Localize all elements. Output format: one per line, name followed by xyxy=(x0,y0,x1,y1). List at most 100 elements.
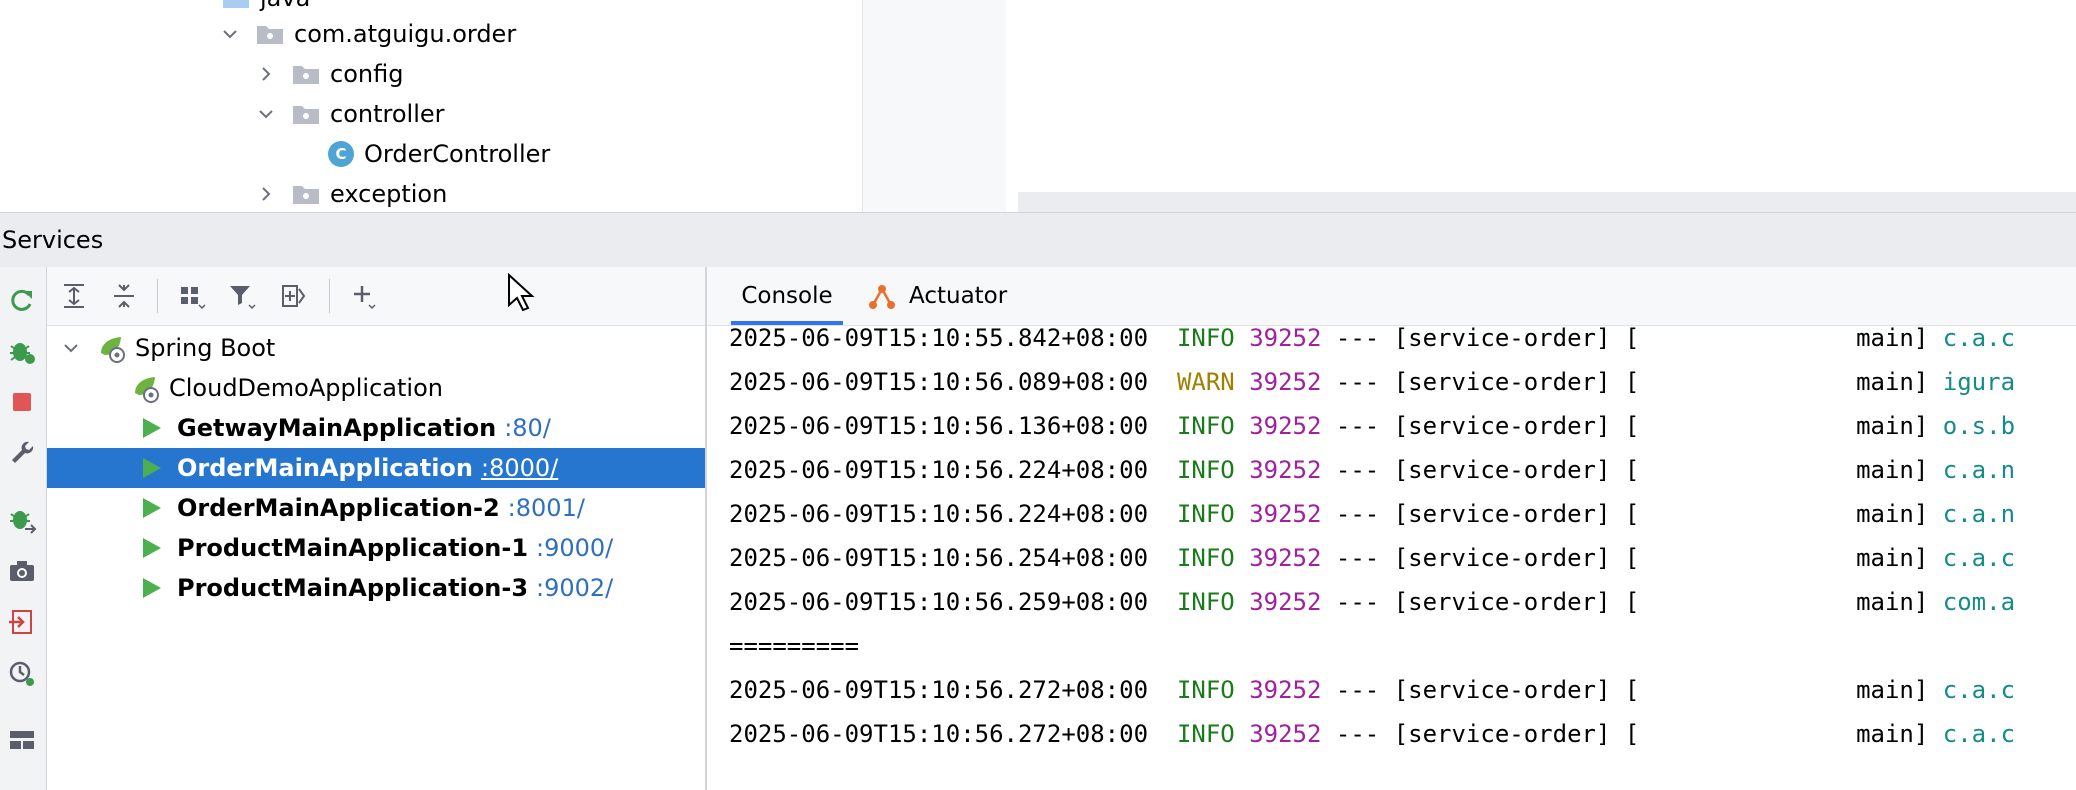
tree-node-com-atguigu-order[interactable]: com.atguigu.order xyxy=(218,14,516,54)
add-service-button[interactable] xyxy=(347,279,381,313)
run-icon xyxy=(143,418,161,438)
tree-node-controller[interactable]: controller xyxy=(254,94,445,134)
log-level: INFO xyxy=(1176,588,1235,616)
tab-console[interactable]: Console xyxy=(731,267,843,325)
log-app: [service-order] [ xyxy=(1393,500,1640,528)
chevron-down-icon[interactable] xyxy=(59,336,83,360)
filter-button[interactable] xyxy=(225,279,259,313)
log-pid: 39252 xyxy=(1249,456,1322,484)
log-line: 2025-06-09T15:10:56.272+08:00 INFO 39252… xyxy=(729,712,2015,756)
log-logger: o.s.b xyxy=(1942,412,2016,440)
stop-button[interactable] xyxy=(5,385,39,419)
attach-debugger-button[interactable] xyxy=(5,503,39,537)
chevron-down-icon[interactable] xyxy=(218,22,242,46)
log-thread: main] xyxy=(1639,720,1943,748)
package-icon xyxy=(293,66,319,84)
log-app: [service-order] [ xyxy=(1393,720,1640,748)
log-logger: c.a.c xyxy=(1942,326,2016,352)
log-level: INFO xyxy=(1176,456,1235,484)
group-by-button[interactable] xyxy=(175,279,209,313)
log-app: [service-order] [ xyxy=(1393,368,1640,396)
log-app: [service-order] [ xyxy=(1393,544,1640,572)
tree-node-config[interactable]: config xyxy=(254,54,403,94)
service-item-ordermainapplication[interactable]: OrderMainApplication :8000/ xyxy=(47,448,797,488)
new-service-button[interactable] xyxy=(275,279,309,313)
log-separator: --- xyxy=(1321,676,1394,704)
log-thread: main] xyxy=(1639,588,1943,616)
service-port-link[interactable]: :9000/ xyxy=(536,534,613,562)
toolbar-separator xyxy=(157,279,158,313)
debug-button[interactable] xyxy=(5,334,39,368)
log-thread: main] xyxy=(1639,456,1943,484)
settings-wrench-icon xyxy=(12,441,34,463)
log-app: [service-order] [ xyxy=(1393,588,1640,616)
service-item-getwaymainapplication[interactable]: GetwayMainApplication :80/ xyxy=(47,408,797,448)
expand-all-button[interactable] xyxy=(57,279,91,313)
log-level: INFO xyxy=(1176,412,1235,440)
chevron-right-icon[interactable] xyxy=(254,62,278,86)
service-item-productmainapplication-3[interactable]: ProductMainApplication-3 :9002/ xyxy=(47,568,797,608)
service-name: OrderMainApplication-2 xyxy=(177,494,500,522)
rerun-icon xyxy=(11,289,32,311)
log-level: INFO xyxy=(1176,544,1235,572)
new-service-icon xyxy=(282,285,306,307)
pane-splitter[interactable] xyxy=(862,0,1008,212)
log-app: [service-order] [ xyxy=(1393,412,1640,440)
tree-node-exception[interactable]: exception xyxy=(254,174,447,212)
collapse-all-button[interactable] xyxy=(107,279,141,313)
chevron-down-icon[interactable] xyxy=(254,102,278,126)
services-tree: Spring Boot CloudDemoApplication GetwayM… xyxy=(47,326,797,790)
log-logger: com.a xyxy=(1942,588,2016,616)
log-line: 2025-06-09T15:10:56.272+08:00 INFO 39252… xyxy=(729,668,2015,712)
log-timestamp: 2025-06-09T15:10:56.272+08:00 xyxy=(729,676,1149,704)
log-app: [service-order] [ xyxy=(1393,456,1640,484)
screenshot-button[interactable] xyxy=(5,554,39,588)
log-level: INFO xyxy=(1176,676,1235,704)
layout-button[interactable] xyxy=(5,723,39,757)
sign-in-button[interactable] xyxy=(5,605,39,639)
package-icon xyxy=(293,186,319,204)
log-pid: 39252 xyxy=(1249,368,1322,396)
service-name: CloudDemoApplication xyxy=(169,374,443,402)
chevron-right-icon[interactable] xyxy=(254,182,278,206)
log-pid: 39252 xyxy=(1249,676,1322,704)
run-icon xyxy=(143,538,161,558)
service-port-link[interactable]: :8001/ xyxy=(508,494,585,522)
service-port-link[interactable]: :8000/ xyxy=(481,454,558,482)
toolbar-separator xyxy=(329,279,330,313)
tab-actuator[interactable]: Actuator xyxy=(867,267,1007,325)
log-separator: --- xyxy=(1321,456,1394,484)
console-output[interactable]: 2025-06-09T15:10:55.842+08:00 INFO 39252… xyxy=(707,326,2076,790)
log-line: 2025-06-09T15:10:56.224+08:00 INFO 39252… xyxy=(729,492,2015,536)
tree-node-label: controller xyxy=(330,100,445,128)
tree-group-spring-boot[interactable]: Spring Boot xyxy=(47,328,717,368)
log-logger: c.a.n xyxy=(1942,456,2016,484)
log-logger: c.a.c xyxy=(1942,676,2016,704)
log-thread: main] xyxy=(1639,412,1943,440)
service-item-productmainapplication-1[interactable]: ProductMainApplication-1 :9000/ xyxy=(47,528,797,568)
collapse-all-icon xyxy=(114,284,134,308)
service-item-ordermainapplication-2[interactable]: OrderMainApplication-2 :8001/ xyxy=(47,488,797,528)
log-pid: 39252 xyxy=(1249,326,1322,352)
project-tree: java com.atguigu.order config controller… xyxy=(0,0,862,212)
rerun-button[interactable] xyxy=(5,283,39,317)
log-thread: main] xyxy=(1639,500,1943,528)
profiler-button[interactable] xyxy=(5,656,39,690)
run-icon xyxy=(143,458,161,478)
service-item-clouddemoapplication[interactable]: CloudDemoApplication xyxy=(47,368,789,408)
tree-node-ordercontroller[interactable]: C OrderController xyxy=(328,134,550,174)
settings-button[interactable] xyxy=(5,436,39,470)
log-timestamp: 2025-06-09T15:10:56.136+08:00 xyxy=(729,412,1149,440)
log-thread: main] xyxy=(1639,544,1943,572)
horizontal-scrollbar[interactable] xyxy=(1018,192,2076,212)
log-separator: --- xyxy=(1321,588,1394,616)
log-line: 2025-06-09T15:10:56.254+08:00 INFO 39252… xyxy=(729,536,2015,580)
log-level: WARN xyxy=(1176,368,1235,396)
folder-icon xyxy=(223,0,249,8)
log-pid: 39252 xyxy=(1249,500,1322,528)
log-line: ========= xyxy=(729,624,859,668)
service-port-link[interactable]: :9002/ xyxy=(536,574,613,602)
service-port-link[interactable]: :80/ xyxy=(504,414,551,442)
tree-node-label: java xyxy=(260,0,310,12)
log-timestamp: 2025-06-09T15:10:56.224+08:00 xyxy=(729,500,1149,528)
